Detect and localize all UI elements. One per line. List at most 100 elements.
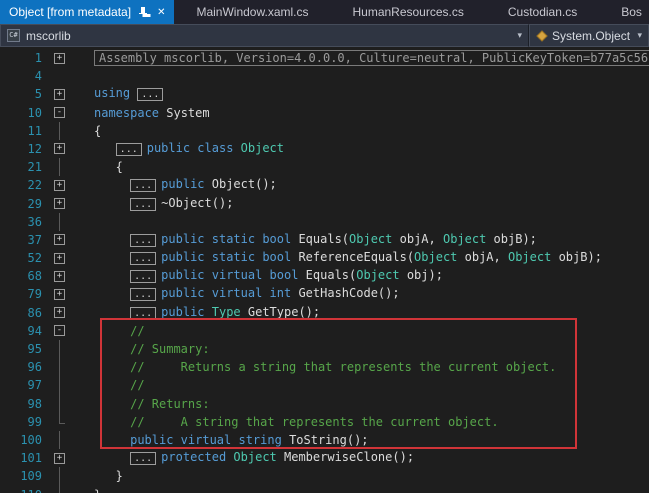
code-editor[interactable]: 1 + Assembly mscorlib, Version=4.0.0.0, Cu… xyxy=(0,47,649,493)
collapsed-region-box[interactable]: ... xyxy=(130,270,156,283)
chevron-down-icon[interactable]: ▾ xyxy=(517,30,522,41)
fold-margin: + xyxy=(50,49,70,67)
code-token: // xyxy=(130,324,144,338)
code-line: 21 { xyxy=(0,158,649,176)
fold-margin xyxy=(50,395,70,413)
code-token: Equals( xyxy=(298,232,349,246)
line-number: 4 xyxy=(0,67,50,85)
expand-icon[interactable]: + xyxy=(54,53,65,64)
fold-margin: + xyxy=(50,231,70,249)
collapsed-region-box[interactable]: ... xyxy=(116,143,142,156)
expand-icon[interactable]: + xyxy=(54,234,65,245)
fold-margin: + xyxy=(50,285,70,303)
code-line: 11 { xyxy=(0,122,649,140)
code-line: 22+...public Object(); xyxy=(0,176,649,194)
tab-label: Object [from metadata] xyxy=(9,5,131,19)
chevron-down-icon[interactable]: ▾ xyxy=(637,30,642,41)
code-text: // xyxy=(70,322,145,340)
line-number: 11 xyxy=(0,122,50,140)
line-number: 29 xyxy=(0,195,50,213)
tab-label: MainWindow.xaml.cs xyxy=(196,5,308,19)
project-dropdown[interactable]: C# mscorlib ▾ xyxy=(0,24,529,47)
code-token: using xyxy=(94,86,137,100)
line-number: 101 xyxy=(0,449,50,467)
expand-icon[interactable]: + xyxy=(54,253,65,264)
expand-icon[interactable]: + xyxy=(54,453,65,464)
collapsed-region-box[interactable]: ... xyxy=(130,234,156,247)
code-token: Object xyxy=(508,250,551,264)
expand-icon[interactable]: + xyxy=(54,307,65,318)
code-line: 98// Returns: xyxy=(0,395,649,413)
code-line: 96// Returns a string that represents th… xyxy=(0,358,649,376)
code-token: namespace xyxy=(94,106,166,120)
tab[interactable]: HumanResources.cs xyxy=(330,0,485,24)
line-number: 1 xyxy=(0,49,50,67)
code-token: Object xyxy=(443,232,486,246)
collapsed-region-box[interactable]: ... xyxy=(130,288,156,301)
collapsed-region-box[interactable]: ... xyxy=(137,88,163,101)
expand-icon[interactable]: + xyxy=(54,180,65,191)
code-text: ...public class Object xyxy=(70,139,284,159)
code-token: GetHashCode(); xyxy=(298,286,399,300)
tab[interactable]: Object [from metadata] ✕ xyxy=(0,0,174,24)
fold-margin: + xyxy=(50,449,70,467)
tab[interactable]: Custodian.cs xyxy=(486,0,599,24)
expand-icon[interactable]: + xyxy=(54,143,65,154)
code-token: objA, xyxy=(457,250,508,264)
fold-margin xyxy=(50,213,70,231)
collapse-icon[interactable]: - xyxy=(54,107,65,118)
line-number: 109 xyxy=(0,467,50,485)
code-token: public virtual string xyxy=(130,433,289,447)
line-number: 100 xyxy=(0,431,50,449)
code-text: ...~Object(); xyxy=(70,194,233,214)
line-number: 21 xyxy=(0,158,50,176)
vs-editor-window: Object [from metadata] ✕ MainWindow.xaml.c… xyxy=(0,0,649,493)
close-icon[interactable]: ✕ xyxy=(157,7,165,18)
expand-icon[interactable]: + xyxy=(54,89,65,100)
fold-margin xyxy=(50,376,70,394)
code-text: // Summary: xyxy=(70,340,210,358)
line-number: 10 xyxy=(0,104,50,122)
code-token: { xyxy=(116,160,123,174)
line-number: 96 xyxy=(0,358,50,376)
expand-icon[interactable]: + xyxy=(54,198,65,209)
code-token: public class xyxy=(147,141,241,155)
code-line: 52+...public static bool ReferenceEquals… xyxy=(0,249,649,267)
code-token: objB); xyxy=(486,232,537,246)
code-token: GetType(); xyxy=(241,305,320,319)
fold-margin xyxy=(50,486,70,493)
collapsed-region-box[interactable]: ... xyxy=(130,252,156,265)
collapsed-region-box[interactable]: ... xyxy=(130,179,156,192)
pin-icon[interactable] xyxy=(138,6,148,18)
code-token: public virtual int xyxy=(161,286,298,300)
code-line: 5+using ... xyxy=(0,85,649,103)
code-line: 109} xyxy=(0,467,649,485)
collapsed-region-box[interactable]: ... xyxy=(130,307,156,320)
collapse-icon[interactable]: - xyxy=(54,325,65,336)
expand-icon[interactable]: + xyxy=(54,289,65,300)
code-line: 101+...protected Object MemberwiseClone(… xyxy=(0,449,649,467)
tab[interactable]: Bos xyxy=(599,0,649,24)
collapsed-region-box[interactable]: ... xyxy=(130,452,156,465)
type-dropdown[interactable]: System.Object ▾ xyxy=(529,24,649,47)
line-number: 86 xyxy=(0,304,50,322)
fold-margin: + xyxy=(50,249,70,267)
csharp-file-icon: C# xyxy=(7,29,20,42)
code-token: objB); xyxy=(551,250,602,264)
code-text: ...public Type GetType(); xyxy=(70,303,320,323)
fold-margin: + xyxy=(50,176,70,194)
code-text: { xyxy=(70,122,101,140)
tab[interactable]: MainWindow.xaml.cs xyxy=(174,0,330,24)
fold-margin xyxy=(50,67,70,85)
code-text: using ... xyxy=(70,84,168,104)
expand-icon[interactable]: + xyxy=(54,271,65,282)
code-token: protected xyxy=(161,450,233,464)
code-token: // Returns: xyxy=(130,397,209,411)
tab-label: Custodian.cs xyxy=(508,5,577,19)
fold-margin: - xyxy=(50,322,70,340)
code-token[interactable]: Assembly mscorlib, Version=4.0.0.0, Cult… xyxy=(94,50,649,66)
collapsed-region-box[interactable]: ... xyxy=(130,198,156,211)
code-line: 10-namespace System xyxy=(0,104,649,122)
code-token: Object(); xyxy=(212,177,277,191)
fold-margin: + xyxy=(50,304,70,322)
